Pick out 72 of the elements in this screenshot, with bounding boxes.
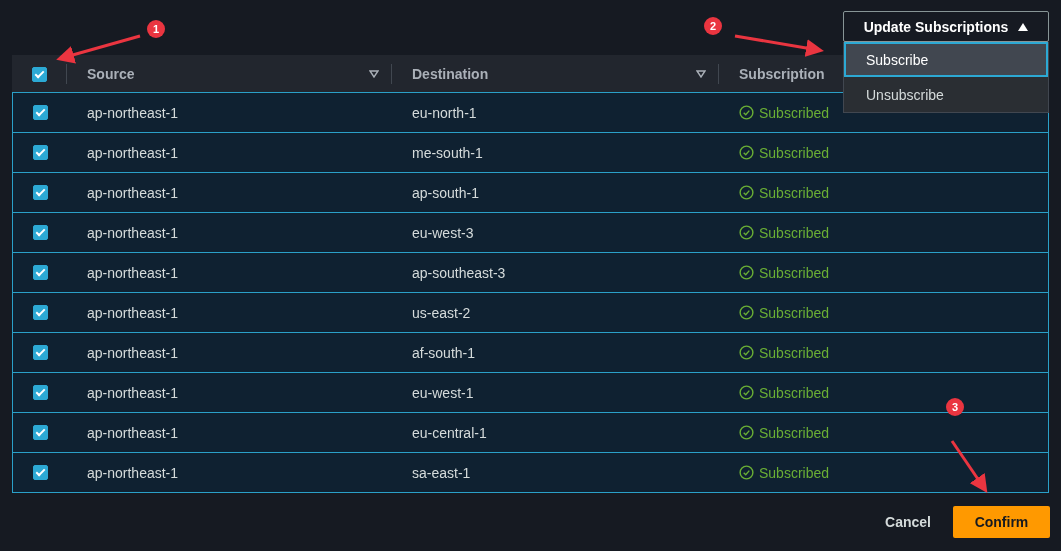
table-row[interactable]: ap-northeast-1 eu-west-3 Subscribed xyxy=(12,212,1049,253)
check-circle-icon xyxy=(739,265,754,280)
table-cell: ap-northeast-1 xyxy=(87,384,179,401)
table-cell: sa-east-1 xyxy=(412,464,471,481)
check-circle-icon xyxy=(739,145,754,160)
table-cell: us-east-2 xyxy=(412,304,471,321)
row-checkbox[interactable] xyxy=(32,385,48,400)
check-circle-icon xyxy=(739,425,754,440)
table-cell: ap-northeast-1 xyxy=(87,224,179,241)
table-cell: eu-north-1 xyxy=(412,104,477,121)
status-text: Subscribed xyxy=(759,144,830,161)
menu-item[interactable]: Subscribe xyxy=(844,42,1048,77)
row-checkbox[interactable] xyxy=(32,465,48,480)
status-text: Subscribed xyxy=(759,304,830,321)
annotation-badge: 1 xyxy=(147,20,165,38)
status-text: Subscribed xyxy=(759,184,830,201)
table-cell: af-south-1 xyxy=(412,344,476,361)
cancel-button[interactable]: Cancel xyxy=(885,514,931,530)
check-circle-icon xyxy=(739,345,754,360)
row-checkbox[interactable] xyxy=(32,185,48,200)
table-cell: eu-west-1 xyxy=(412,384,474,401)
table-row[interactable]: ap-northeast-1 sa-east-1 Subscribed xyxy=(12,452,1049,493)
status-text: Subscribed xyxy=(759,344,830,361)
table-cell: ap-northeast-1 xyxy=(87,344,179,361)
check-circle-icon xyxy=(739,305,754,320)
filter-icon[interactable] xyxy=(696,70,706,78)
table-row[interactable]: ap-northeast-1 eu-central-1 Subscribed xyxy=(12,412,1049,453)
row-checkbox[interactable] xyxy=(32,345,48,360)
table-cell: me-south-1 xyxy=(412,144,483,161)
check-circle-icon xyxy=(739,385,754,400)
table-cell: ap-northeast-1 xyxy=(87,304,179,321)
status-text: Subscribed xyxy=(759,264,830,281)
annotation-badge: 2 xyxy=(704,17,722,35)
table-row[interactable]: ap-northeast-1 ap-south-1 Subscribed xyxy=(12,172,1049,213)
row-checkbox[interactable] xyxy=(32,305,48,320)
status-text: Subscribed xyxy=(759,224,830,241)
check-circle-icon xyxy=(739,465,754,480)
table-cell: ap-southeast-3 xyxy=(412,264,506,281)
table-cell: ap-northeast-1 xyxy=(87,424,179,441)
caret-icon xyxy=(1018,22,1029,31)
status-text: Subscribed xyxy=(759,384,830,401)
check-circle-icon xyxy=(739,225,754,240)
table-row[interactable]: ap-northeast-1 us-east-2 Subscribed xyxy=(12,292,1049,333)
table-row[interactable]: ap-northeast-1 me-south-1 Subscribed xyxy=(12,132,1049,173)
status-text: Subscribed xyxy=(759,424,830,441)
check-circle-icon xyxy=(739,105,754,120)
row-checkbox[interactable] xyxy=(32,105,48,120)
table-cell: eu-west-3 xyxy=(412,224,474,241)
column-header[interactable]: Destination xyxy=(412,66,489,82)
table-row[interactable]: ap-northeast-1 af-south-1 Subscribed xyxy=(12,332,1049,373)
annotation-arrow xyxy=(950,440,988,493)
check-circle-icon xyxy=(739,185,754,200)
table-cell: ap-south-1 xyxy=(412,184,479,201)
status-text: Subscribed xyxy=(759,104,830,121)
table-row[interactable]: ap-northeast-1 ap-southeast-3 Subscribed xyxy=(12,252,1049,293)
dropdown-button[interactable]: Update Subscriptions xyxy=(843,11,1049,42)
table-cell: ap-northeast-1 xyxy=(87,184,179,201)
table-cell: eu-central-1 xyxy=(412,424,487,441)
table-cell: ap-northeast-1 xyxy=(87,264,179,281)
filter-icon[interactable] xyxy=(369,70,379,78)
row-checkbox[interactable] xyxy=(32,265,48,280)
status-text: Subscribed xyxy=(759,464,830,481)
column-header[interactable]: Source xyxy=(87,66,135,82)
row-checkbox[interactable] xyxy=(32,145,48,160)
row-checkbox[interactable] xyxy=(32,225,48,240)
table-cell: ap-northeast-1 xyxy=(87,464,179,481)
confirm-button[interactable]: Confirm xyxy=(953,506,1050,538)
table-cell: ap-northeast-1 xyxy=(87,104,179,121)
column-header[interactable]: Subscription xyxy=(739,66,825,82)
table-cell: ap-northeast-1 xyxy=(87,144,179,161)
row-checkbox[interactable] xyxy=(32,425,48,440)
select-all-checkbox[interactable] xyxy=(31,66,47,82)
